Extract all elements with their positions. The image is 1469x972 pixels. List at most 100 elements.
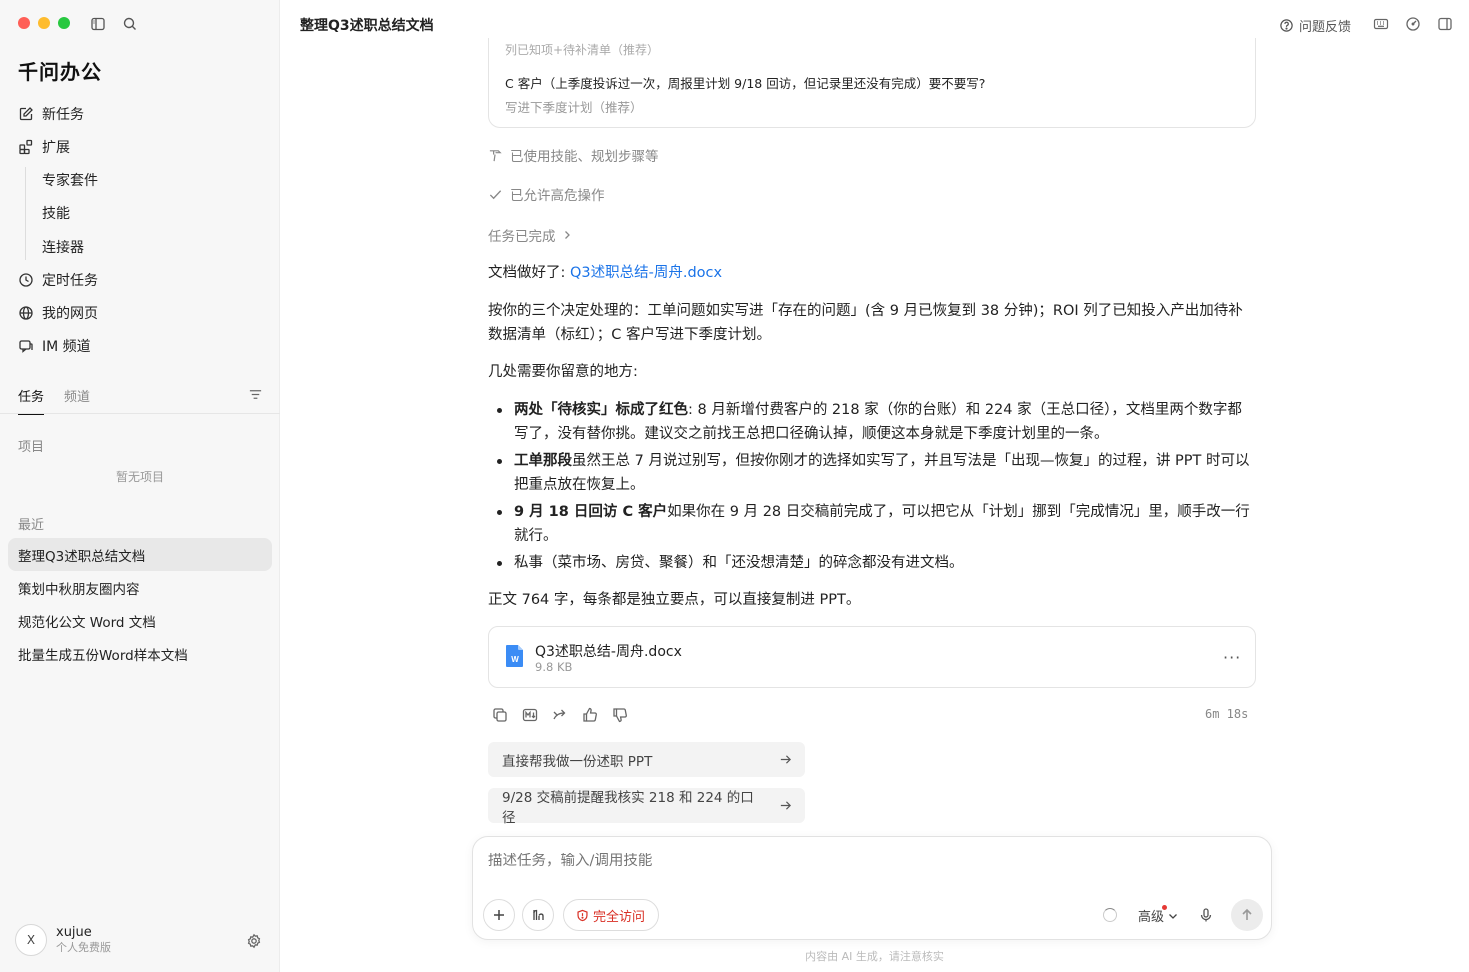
tools-icon [530, 907, 546, 923]
recent-item-mid-autumn[interactable]: 策划中秋朋友圈内容 [8, 571, 272, 604]
search-icon[interactable] [122, 16, 138, 32]
sidebar-item-label: 新任务 [42, 106, 84, 123]
recent-label: 最近 [18, 518, 45, 533]
svg-text:W: W [511, 655, 519, 664]
sidebar-item-extensions[interactable]: 扩展 [0, 130, 280, 163]
suggestion-make-ppt[interactable]: 直接帮我做一份述职 PPT [488, 742, 805, 777]
sidebar-item-skills[interactable]: 技能 [0, 197, 280, 231]
full-access-button[interactable]: 完全访问 [563, 899, 660, 931]
app-logo: 千问办公 [18, 60, 102, 84]
feedback-label: 问题反馈 [1299, 20, 1352, 35]
sidebar: 千问办公 新任务 扩展 专家套件 技能 连接器 定时任务 我的网页 IM 频道 … [0, 0, 280, 972]
sidebar-item-my-webpages[interactable]: 我的网页 [0, 297, 280, 330]
question-card: 列已知项+待补清单（推荐） C 客户（上季度投诉过一次，周报里计划 9/18 回… [488, 38, 1256, 128]
chat-icon [18, 338, 34, 354]
list-item: 私事（菜市场、房贷、聚餐）和「还没想清楚」的碎念都没有进文档。 [488, 551, 1256, 575]
list-item-bold: 工单那段 [514, 453, 572, 469]
feedback-button[interactable]: 问题反馈 [1279, 16, 1351, 35]
task-completed-toggle[interactable]: 任务已完成 [488, 225, 572, 245]
maximize-window-button[interactable] [58, 17, 70, 29]
page-title: 整理Q3述职总结文档 [300, 18, 434, 34]
add-button[interactable] [483, 899, 515, 931]
suggestion-label: 直接帮我做一份述职 PPT [502, 753, 653, 770]
list-item: 9 月 18 日回访 C 客户如果你在 9 月 28 日交稿前完成了，可以把它从… [488, 500, 1256, 548]
task-completed-label: 任务已完成 [488, 229, 556, 245]
more-options-icon[interactable]: ··· [1223, 648, 1241, 667]
recent-item-batch-word[interactable]: 批量生成五份Word样本文档 [8, 637, 272, 670]
projects-empty-note: 暂无项目 [115, 470, 164, 484]
message-paragraph-2: 几处需要你留意的地方: [488, 364, 638, 380]
answer-text[interactable]: 写进下季度计划（推荐） [505, 97, 643, 116]
user-plan: 个人免费版 [56, 941, 111, 954]
sidebar-item-scheduled-tasks[interactable]: 定时任务 [0, 264, 280, 297]
microphone-icon[interactable] [1198, 907, 1214, 923]
message-paragraph-1: 按你的三个决定处理的：工单问题如实写进「存在的问题」(含 9 月已恢复到 38 … [488, 303, 1243, 343]
gauge-icon[interactable] [1405, 16, 1421, 32]
message-paragraph-3: 正文 764 字，每条都是独立要点，可以直接复制进 PPT。 [488, 592, 861, 608]
plus-icon [492, 908, 506, 922]
toggle-panel-icon[interactable] [1437, 16, 1453, 32]
composer: 完全访问 高级 [472, 836, 1272, 940]
chevron-right-icon [556, 230, 572, 240]
thumbs-up-icon[interactable] [581, 706, 599, 724]
tab-tasks[interactable]: 任务 [18, 386, 45, 415]
divider [0, 413, 280, 414]
elapsed-time: 6m 18s [1205, 707, 1249, 721]
send-button[interactable] [1231, 899, 1263, 931]
sidebar-item-expert-suite[interactable]: 专家套件 [0, 163, 280, 197]
sidebar-item-im-channel[interactable]: IM 频道 [0, 330, 280, 363]
file-name: Q3述职总结-周舟.docx [535, 644, 682, 660]
gear-icon[interactable] [246, 933, 262, 949]
full-access-label: 完全访问 [593, 909, 646, 925]
window-controls [18, 17, 70, 29]
sidebar-item-new-task[interactable]: 新任务 [0, 97, 280, 130]
question-card-faded-text: 列已知项+待补清单（推荐） [505, 43, 660, 57]
suggestion-label: 9/28 交稿前提醒我核实 218 和 224 的口径 [502, 789, 754, 826]
step-high-risk-allowed[interactable]: 已允许高危操作 [488, 184, 605, 204]
globe-icon [18, 305, 34, 321]
list-item-bold: 9 月 18 日回访 C 客户 [514, 504, 668, 520]
recent-item-official-doc[interactable]: 规范化公文 Word 文档 [8, 604, 272, 637]
step-skills-used[interactable]: 已使用技能、规划步骤等 [488, 145, 659, 165]
suggestion-remind-verify[interactable]: 9/28 交稿前提醒我核实 218 和 224 的口径 [488, 788, 805, 826]
file-attachment-card[interactable]: W Q3述职总结-周舟.docx 9.8 KB ··· [488, 626, 1256, 688]
minimize-window-button[interactable] [38, 17, 50, 29]
edit-icon [18, 106, 34, 122]
markdown-icon[interactable] [521, 706, 539, 724]
mode-label: 高级 [1138, 910, 1165, 925]
tab-channels[interactable]: 频道 [64, 386, 90, 415]
doc-link[interactable]: Q3述职总结-周舟.docx [570, 265, 722, 281]
extensions-submenu: 专家套件 技能 连接器 [0, 163, 280, 264]
check-icon [488, 187, 510, 202]
arrow-right-icon [767, 799, 792, 812]
user-profile[interactable]: X xujue 个人免费版 [15, 924, 111, 956]
user-name: xujue [56, 925, 92, 940]
question-text: C 客户（上季度投诉过一次，周报里计划 9/18 回访，但记录里还没有完成）要不… [505, 76, 986, 91]
sidebar-tabs: 任务 频道 [18, 386, 90, 415]
copy-icon[interactable] [491, 706, 509, 724]
keyboard-icon[interactable] [1373, 16, 1389, 32]
close-window-button[interactable] [18, 17, 30, 29]
step-label: 已使用技能、规划步骤等 [510, 149, 659, 165]
doc-ready-prefix: 文档做好了: [488, 265, 566, 281]
thumbs-down-icon[interactable] [611, 706, 629, 724]
mode-select[interactable]: 高级 [1138, 905, 1178, 925]
word-file-icon: W [505, 644, 525, 668]
arrow-right-icon [767, 753, 792, 766]
sidebar-nav: 新任务 扩展 专家套件 技能 连接器 定时任务 我的网页 IM 频道 [0, 97, 280, 363]
question-circle-icon [1279, 18, 1299, 33]
chevron-down-icon [1164, 911, 1178, 921]
recent-item-q3-summary[interactable]: 整理Q3述职总结文档 [8, 538, 272, 571]
filter-icon[interactable] [248, 387, 263, 402]
share-icon[interactable] [551, 706, 569, 724]
clock-icon [18, 272, 34, 288]
file-size: 9.8 KB [535, 660, 573, 674]
sidebar-item-connectors[interactable]: 连接器 [0, 230, 280, 264]
loading-spinner-icon [1103, 908, 1117, 922]
hammer-icon [488, 148, 510, 163]
toggle-sidebar-icon[interactable] [90, 16, 106, 32]
task-input[interactable] [488, 853, 1248, 869]
ai-disclaimer: 内容由 AI 生成，请注意核实 [805, 950, 944, 963]
list-item: 工单那段虽然王总 7 月说过别写，但按你刚才的选择如实写了，并且写法是「出现—恢… [488, 449, 1256, 497]
tools-button[interactable] [522, 899, 554, 931]
